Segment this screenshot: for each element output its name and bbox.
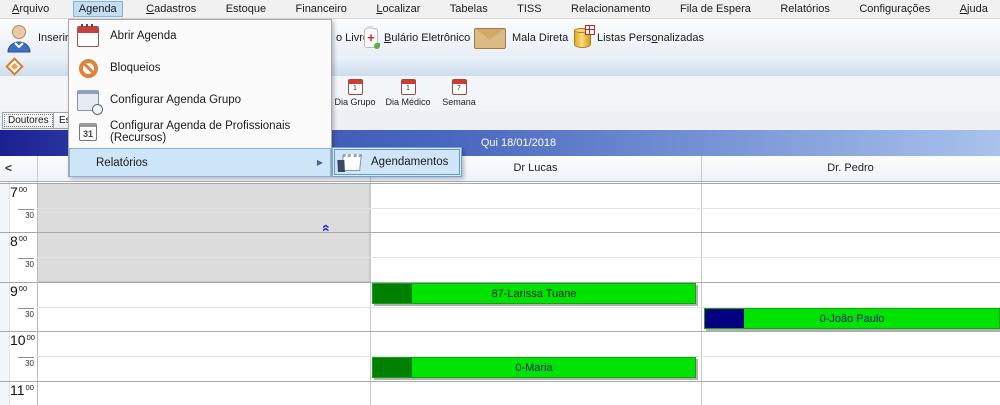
menu-item-configurar-agenda-grupo[interactable]: Configurar Agenda Grupo: [69, 84, 331, 116]
schedule-grid[interactable]: « 700 30 800 30 900 30 1000 30 1100 87-Larissa Tu…: [0, 182, 1000, 405]
menu-item-relatorios[interactable]: Relatórios ▶: [69, 148, 331, 177]
calendar-clock-icon: [75, 87, 101, 113]
envelope-icon: [474, 28, 506, 49]
grid-line: [37, 257, 1000, 258]
calendar-red-icon: [75, 23, 101, 49]
view-button-semana[interactable]: 7 Semana: [432, 79, 486, 107]
column-header-dr-pedro[interactable]: Dr. Pedro: [701, 156, 1000, 181]
divider: [37, 182, 38, 405]
menubar-item-relacionamento[interactable]: Relacionamento: [565, 1, 657, 17]
calendar-icon: 1: [348, 79, 363, 95]
menu-item-bloqueios[interactable]: Bloqueios: [69, 52, 331, 84]
agenda-dropdown-menu: Abrir Agenda Bloqueios Configurar Agenda G…: [68, 19, 332, 177]
agenda-menu-items: Abrir Agenda Bloqueios Configurar Agenda G…: [69, 20, 331, 148]
mala-direta-label: Mala Direta: [512, 32, 568, 44]
application-window: Arquivo Agenda Cadastros Estoque Financeiro L…: [0, 0, 1000, 405]
menubar-item-fila-de-espera[interactable]: Fila de Espera: [674, 1, 757, 17]
menubar-item-configura-es[interactable]: Configurações: [853, 1, 936, 17]
medicine-bottle-icon: [364, 28, 378, 48]
menubar: Arquivo Agenda Cadastros Estoque Financeiro L…: [0, 0, 1000, 19]
menu-item-label: Configurar Agenda Grupo: [110, 94, 241, 106]
time-label-half: 30: [18, 308, 34, 319]
status-cap: [373, 284, 412, 303]
bulario-label: Bulário Eletrônico: [384, 32, 470, 44]
menubar-item-relat-rios[interactable]: Relatórios: [774, 1, 836, 17]
listas-label: Listas Personalizadas: [597, 32, 704, 44]
time-label-half: 30: [18, 258, 34, 269]
time-label-9: 900: [10, 283, 27, 301]
mala-direta-button[interactable]: Mala Direta: [474, 22, 568, 54]
time-label-half: 30: [18, 357, 34, 368]
divider: [370, 182, 371, 405]
time-gutter-strip: [0, 182, 10, 405]
menubar-item-cadastros[interactable]: Cadastros: [140, 1, 202, 17]
diamond-icon: [5, 57, 23, 75]
divider: [701, 182, 702, 405]
status-cap: [705, 309, 744, 328]
menubar-item-tiss[interactable]: TISS: [511, 1, 547, 17]
menubar-item-arquivo[interactable]: Arquivo: [6, 1, 55, 17]
menu-item-abrir-agenda[interactable]: Abrir Agenda: [69, 20, 331, 52]
menubar-item-financeiro[interactable]: Financeiro: [290, 1, 353, 17]
menu-item-configurar-agenda-de-profissionais-recursos[interactable]: 31 Configurar Agenda de Profissionais (Re…: [69, 116, 331, 148]
tab-doutores-label: Doutores: [8, 115, 49, 126]
appointment-label: 87-Larissa Tuane: [492, 288, 577, 300]
scroll-up-icon[interactable]: «: [321, 224, 333, 232]
grid-line: [0, 331, 1000, 332]
tab-doutores[interactable]: Doutores: [2, 112, 55, 129]
divider: [37, 156, 38, 181]
time-label-8: 800: [10, 233, 27, 251]
appointment-0-jo-o-paulo[interactable]: 0-João Paulo: [704, 308, 1000, 329]
relatorios-submenu: Agendamentos: [332, 147, 462, 177]
view-button-label: Dia Médico: [381, 97, 435, 107]
calendar-icon: 7: [452, 79, 467, 95]
menubar-item-tabelas[interactable]: Tabelas: [444, 1, 494, 17]
notebook-icon: [341, 153, 361, 171]
appointment-87-larissa-tuane[interactable]: 87-Larissa Tuane: [372, 283, 696, 304]
status-cap: [373, 358, 412, 377]
bulario-button[interactable]: Bulário Eletrônico: [364, 22, 470, 54]
appointment-label: 0-João Paulo: [820, 313, 885, 325]
submenu-arrow-icon: ▶: [317, 158, 323, 167]
appointment-0-maria[interactable]: 0-Maria: [372, 357, 696, 378]
date-header-label: Qui 18/01/2018: [481, 137, 556, 149]
grid-line: [0, 381, 1000, 382]
menubar-item-estoque[interactable]: Estoque: [220, 1, 272, 17]
view-button-label: Semana: [432, 97, 486, 107]
menubar-item-localizar[interactable]: Localizar: [370, 1, 426, 17]
time-label-10: 1000: [10, 332, 35, 350]
appointment-label: 0-Maria: [515, 362, 552, 374]
block-icon: [75, 55, 101, 81]
time-label-half: 30: [18, 209, 34, 220]
calendar-icon: 1: [401, 79, 416, 95]
menubar-item-agenda[interactable]: Agenda: [73, 1, 123, 17]
database-icon: [574, 28, 591, 48]
menubar-item-ajuda[interactable]: Ajuda: [954, 1, 994, 17]
calendar-31-icon: 31: [75, 119, 101, 145]
view-button-dia-m-dico[interactable]: 1 Dia Médico: [381, 79, 435, 107]
person-icon: [6, 23, 32, 53]
menu-item-label: Bloqueios: [110, 62, 161, 74]
view-button-label: Dia Grupo: [328, 97, 382, 107]
menu-item-label: Configurar Agenda de Profissionais (Recu…: [110, 120, 331, 144]
menu-item-label: Abrir Agenda: [110, 30, 177, 42]
listas-personalizadas-button[interactable]: Listas Personalizadas: [574, 22, 704, 54]
time-label-7: 700: [10, 184, 27, 202]
view-button-dia-grupo[interactable]: 1 Dia Grupo: [328, 79, 382, 107]
relatorios-label: Relatórios: [96, 157, 148, 169]
grid-line: [0, 232, 1000, 233]
grid-line: [0, 183, 1000, 184]
menu-item-agendamentos[interactable]: Agendamentos: [334, 149, 460, 175]
grid-line: [37, 208, 1000, 209]
agendamentos-label: Agendamentos: [371, 156, 448, 168]
previous-day-button[interactable]: <: [5, 156, 12, 181]
time-label-11: 1100: [10, 382, 34, 400]
